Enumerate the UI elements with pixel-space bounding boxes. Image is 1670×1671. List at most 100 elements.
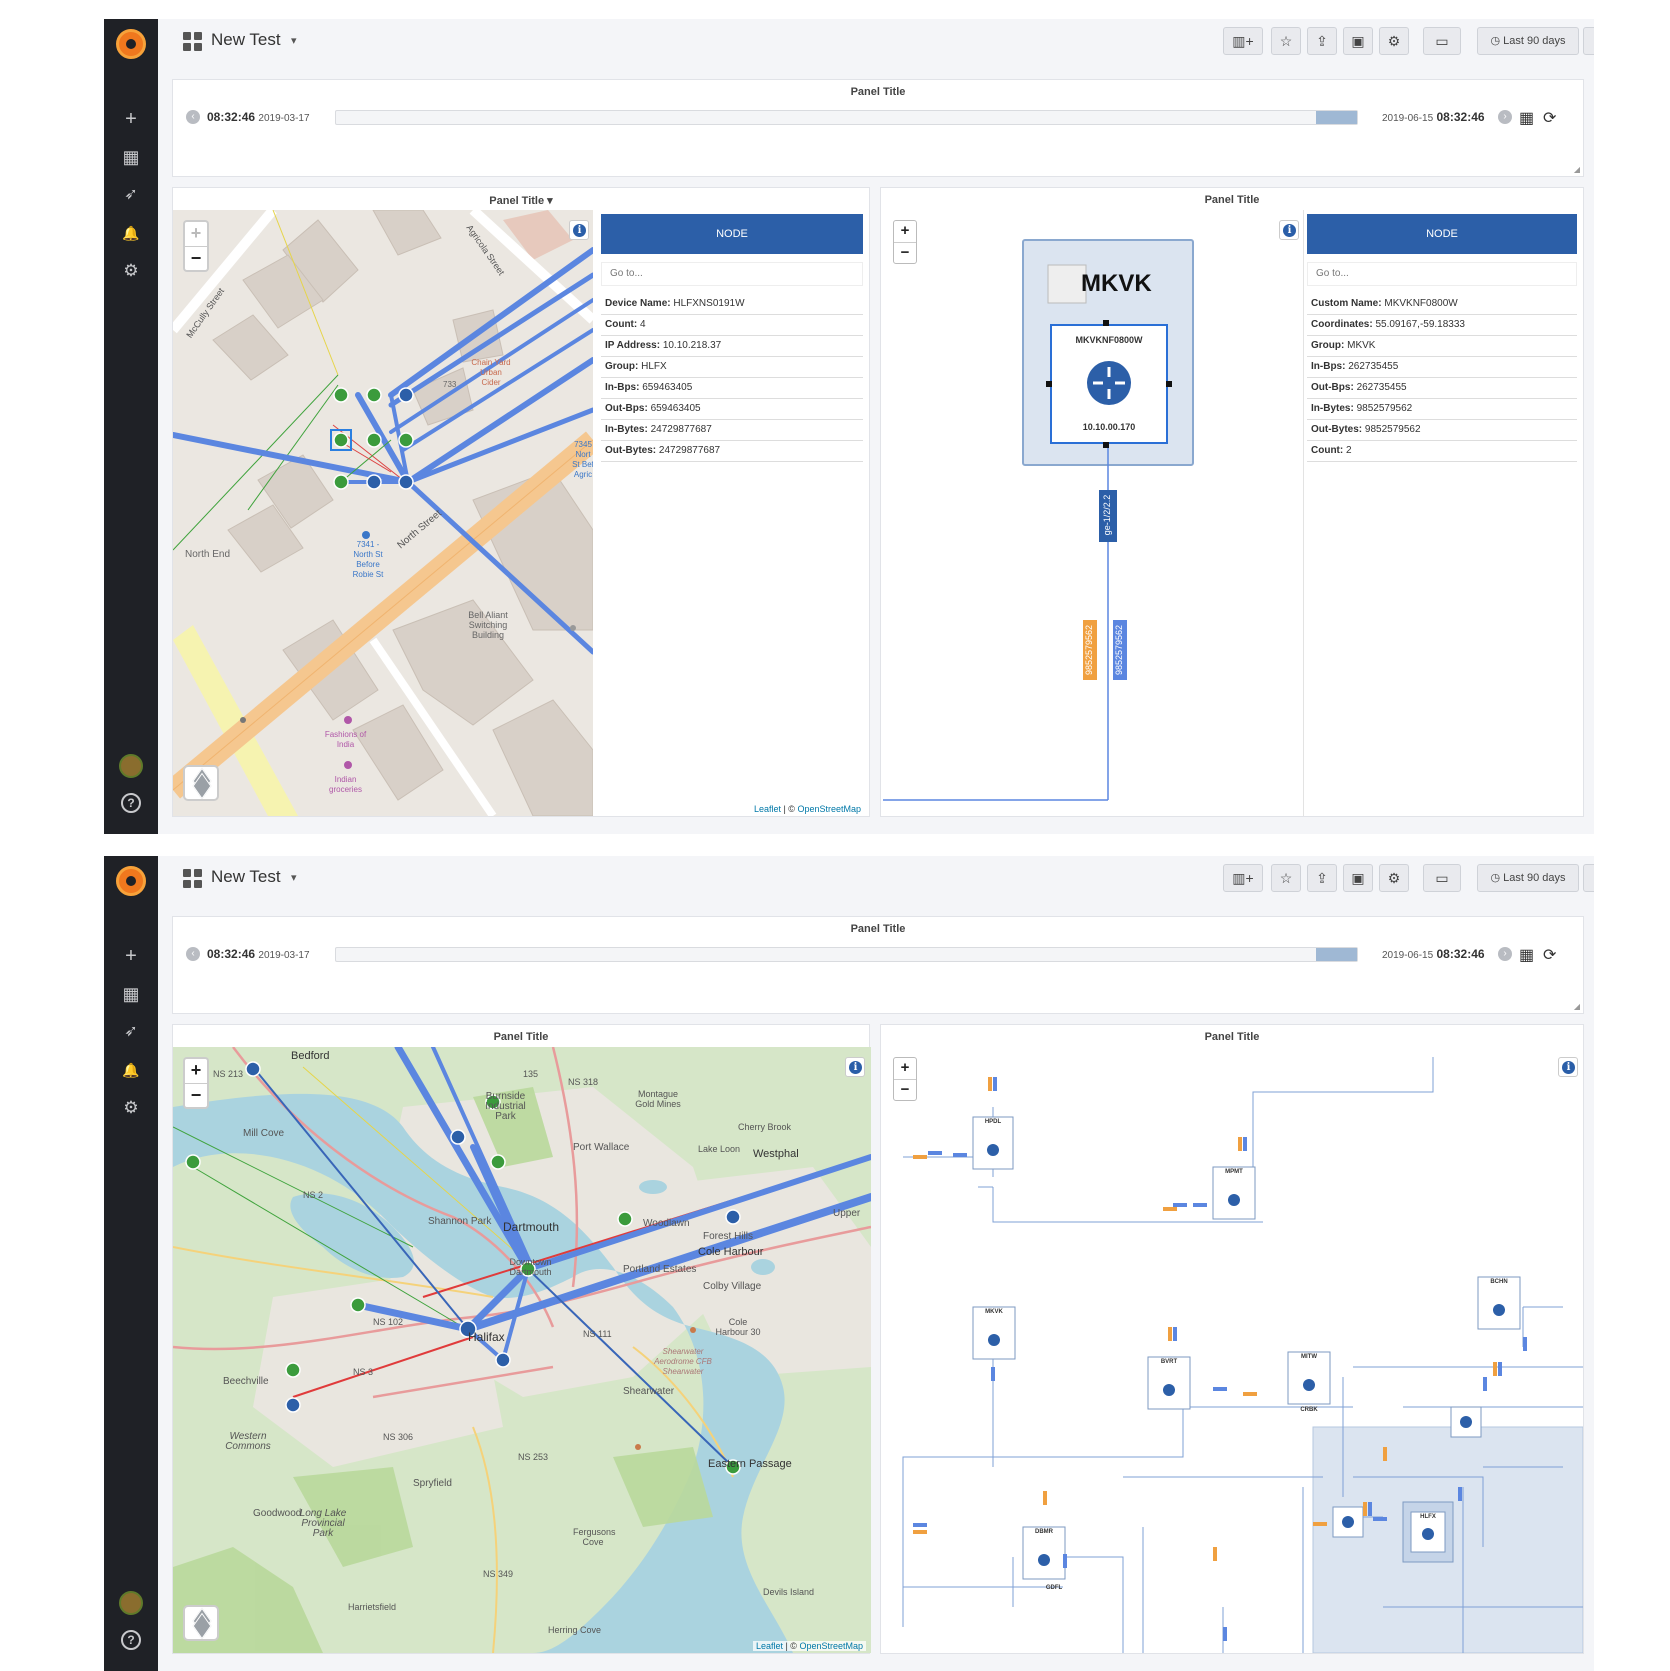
timeline-slider-fill[interactable] <box>1316 111 1357 124</box>
place-label: Beechville <box>223 1376 269 1387</box>
chevron-down-icon[interactable]: ▾ <box>547 195 553 207</box>
panel-title[interactable]: Panel Title <box>173 1031 869 1043</box>
calendar-icon[interactable]: ▦ <box>1519 108 1534 128</box>
share-button[interactable]: ⇪ <box>1307 864 1337 892</box>
timeline-prev-icon[interactable]: ‹ <box>186 947 200 961</box>
help-icon[interactable]: ? <box>121 1630 141 1650</box>
dashboard-title[interactable]: New Test <box>211 867 281 887</box>
calendar-icon[interactable]: ▦ <box>1519 945 1534 965</box>
attribute-key: Group: <box>605 361 639 372</box>
create-plus-icon[interactable]: + <box>104 944 158 968</box>
topology-canvas[interactable]: HPDL MPMT MKVK BCHN BVRT MITW CRBK HLFX … <box>883 1047 1583 1653</box>
traffic-out-label: 9852579562 <box>1084 624 1094 676</box>
panel-title[interactable]: Panel Title <box>881 1031 1583 1043</box>
leaflet-link[interactable]: Leaflet <box>756 1641 783 1651</box>
map-attribution: Leaflet | © OpenStreetMap <box>750 804 864 814</box>
dashboards-icon[interactable]: ▦ <box>104 982 158 1006</box>
node-attribute-row: Count: 4 <box>601 315 863 336</box>
timeline-slider[interactable] <box>335 947 1358 962</box>
topology-canvas[interactable]: MKVK MKVKNF0800W 10.10.00.170 ge-1/2/2.2… <box>883 210 1303 816</box>
info-icon[interactable] <box>1279 220 1299 240</box>
place-label: Eastern Passage <box>708 1458 792 1470</box>
layers-icon[interactable] <box>183 1605 219 1641</box>
topology-panel: Panel Title MKVK MKVKNF0800W 10.10.00.17… <box>880 187 1584 817</box>
chevron-down-icon[interactable]: ▾ <box>291 871 297 884</box>
star-button[interactable]: ☆ <box>1271 27 1301 55</box>
panel-title[interactable]: Panel Title <box>881 194 1583 206</box>
road-label: NS 318 <box>568 1077 599 1087</box>
save-button[interactable]: ▣ <box>1343 864 1373 892</box>
street-map[interactable]: McCully Street Agricola Street North Str… <box>173 210 593 816</box>
resize-handle-icon[interactable]: ◢ <box>1574 1002 1580 1011</box>
zoom-in-button[interactable]: + <box>185 222 207 246</box>
timeline-next-icon[interactable]: › <box>1498 947 1512 961</box>
panel-title[interactable]: Panel Title <box>173 86 1583 98</box>
save-button[interactable]: ▣ <box>1343 27 1373 55</box>
info-icon[interactable] <box>569 220 589 240</box>
time-range-picker[interactable]: ◷ Last 90 days <box>1477 864 1579 892</box>
help-icon[interactable]: ? <box>121 793 141 813</box>
timeline-prev-icon[interactable]: ‹ <box>186 110 200 124</box>
timeline-slider[interactable] <box>335 110 1358 125</box>
resize-handle-icon[interactable]: ◢ <box>1574 165 1580 174</box>
grafana-logo-icon[interactable] <box>116 29 146 59</box>
add-panel-button[interactable]: ▥+ <box>1223 864 1263 892</box>
goto-search-input[interactable]: Go to... <box>601 262 863 286</box>
share-button[interactable]: ⇪ <box>1307 27 1337 55</box>
leaflet-link[interactable]: Leaflet <box>754 804 781 814</box>
refresh-icon[interactable]: ⟳ <box>1543 945 1556 965</box>
star-button[interactable]: ☆ <box>1271 864 1301 892</box>
info-icon[interactable] <box>1558 1057 1578 1077</box>
add-panel-button[interactable]: ▥+ <box>1223 27 1263 55</box>
group-label: MPMT <box>1225 1169 1243 1175</box>
attribute-key: In-Bps: <box>1311 361 1346 372</box>
zoom-out-button[interactable]: ⌕ <box>1583 27 1594 55</box>
poi-label: Bell Aliant Switching Building <box>468 610 508 640</box>
place-label: Port Wallace <box>573 1142 630 1153</box>
tv-mode-button[interactable]: ▭ <box>1423 27 1461 55</box>
dashboards-icon[interactable]: ▦ <box>104 145 158 169</box>
zoom-in-button[interactable]: + <box>894 1058 916 1079</box>
chevron-down-icon[interactable]: ▾ <box>291 34 297 47</box>
zoom-in-button[interactable]: + <box>894 221 916 242</box>
grafana-logo-icon[interactable] <box>116 866 146 896</box>
place-label: Burnside Industrial Park <box>485 1091 526 1122</box>
panel-title[interactable]: Panel Title ▾ <box>173 194 869 207</box>
attribute-value: 2 <box>1346 445 1352 456</box>
explore-rocket-icon[interactable]: ➶ <box>104 1020 158 1044</box>
alerting-bell-icon[interactable]: 🔔 <box>104 221 158 245</box>
alerting-bell-icon[interactable]: 🔔 <box>104 1058 158 1082</box>
goto-search-input[interactable]: Go to... <box>1307 262 1577 286</box>
timeline-slider-fill[interactable] <box>1316 948 1357 961</box>
node-details-panel: NODE Go to... Custom Name: MKVKNF0800W Co… <box>1307 214 1577 484</box>
clock-icon: ◷ <box>1490 35 1501 47</box>
attribute-key: In-Bps: <box>605 382 640 393</box>
tv-mode-button[interactable]: ▭ <box>1423 864 1461 892</box>
layers-icon[interactable] <box>183 765 219 801</box>
configuration-gear-icon[interactable]: ⚙ <box>104 259 158 283</box>
osm-link[interactable]: OpenStreetMap <box>799 1641 863 1651</box>
zoom-out-button[interactable]: − <box>185 246 207 270</box>
settings-button[interactable]: ⚙ <box>1379 864 1409 892</box>
zoom-out-button[interactable]: ⌕ <box>1583 864 1594 892</box>
attribute-value: 24729877687 <box>658 445 721 456</box>
user-avatar[interactable] <box>119 1591 143 1615</box>
osm-link[interactable]: OpenStreetMap <box>797 804 861 814</box>
info-icon[interactable] <box>845 1057 865 1077</box>
settings-button[interactable]: ⚙ <box>1379 27 1409 55</box>
zoom-out-button[interactable]: − <box>894 242 916 263</box>
zoom-out-button[interactable]: − <box>185 1083 207 1107</box>
panel-title[interactable]: Panel Title <box>173 923 1583 935</box>
user-avatar[interactable] <box>119 754 143 778</box>
zoom-out-button[interactable]: − <box>894 1079 916 1100</box>
timeline-next-icon[interactable]: › <box>1498 110 1512 124</box>
time-range-picker[interactable]: ◷ Last 90 days <box>1477 27 1579 55</box>
configuration-gear-icon[interactable]: ⚙ <box>104 1096 158 1120</box>
dashboard-title[interactable]: New Test <box>211 30 281 50</box>
zoom-in-button[interactable]: + <box>185 1059 207 1083</box>
explore-rocket-icon[interactable]: ➶ <box>104 183 158 207</box>
refresh-icon[interactable]: ⟳ <box>1543 108 1556 128</box>
city-map[interactable]: Bedford Burnside Industrial Park NS 318 … <box>173 1047 871 1653</box>
place-label: Downtown Dartmouth <box>509 1257 552 1277</box>
create-plus-icon[interactable]: + <box>104 107 158 131</box>
